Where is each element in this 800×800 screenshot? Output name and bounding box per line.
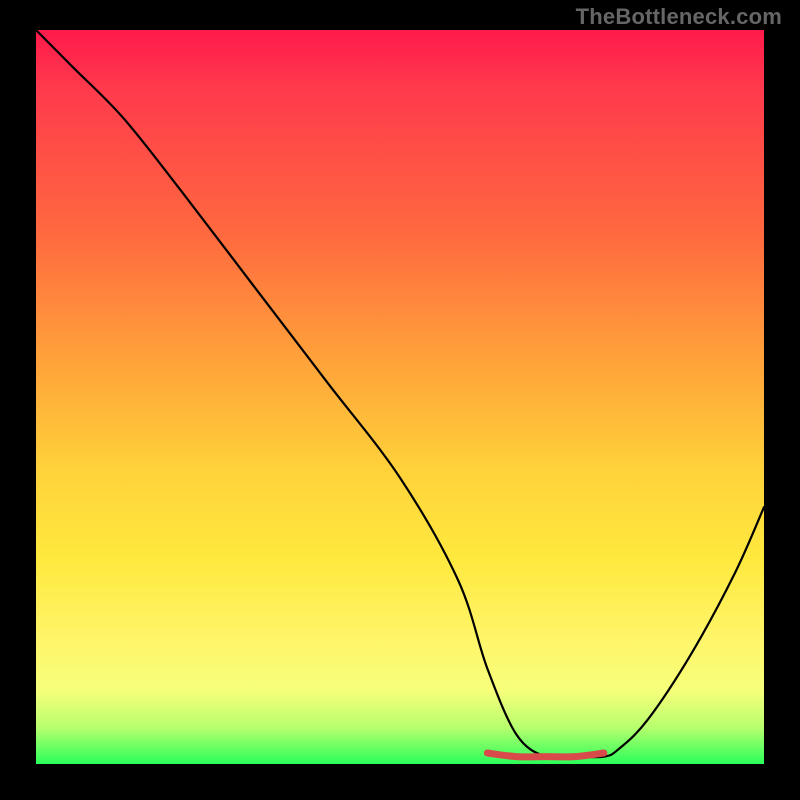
curve-red-flat [487,753,603,757]
chart-frame: TheBottleneck.com [0,0,800,800]
chart-svg [36,30,764,764]
curve-black-main [36,30,764,758]
watermark-text: TheBottleneck.com [576,4,782,30]
